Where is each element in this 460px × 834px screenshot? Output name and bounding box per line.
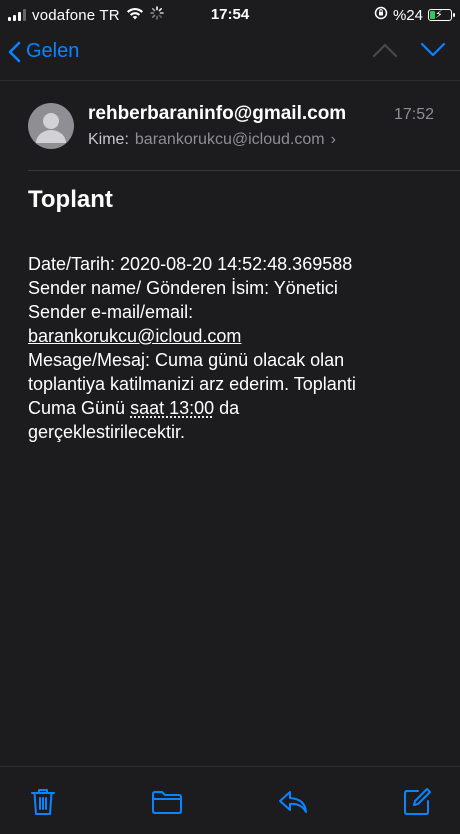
body-date-line: Date/Tarih: 2020-08-20 14:52:48.369588 — [28, 254, 353, 274]
battery-percent: %24 — [392, 6, 423, 24]
next-message-button[interactable] — [420, 42, 446, 63]
compose-icon — [404, 788, 431, 815]
nav-bar: Gelen — [0, 30, 460, 81]
delete-button[interactable] — [26, 785, 60, 819]
back-label: Gelen — [26, 40, 80, 62]
trash-icon — [31, 789, 55, 815]
recipient-address: barankorukcu@icloud.com — [134, 131, 325, 148]
chevron-down-icon — [420, 42, 446, 57]
folder-icon — [152, 791, 182, 814]
previous-message-button[interactable] — [372, 42, 398, 63]
status-right: %24 ⚡ — [374, 6, 455, 24]
message-navigation — [372, 42, 446, 63]
orientation-lock-icon — [374, 6, 388, 24]
body-message-line-3-end: da — [214, 398, 240, 418]
message-header: rehberbaraninfo@gmail.com 17:52 Kime: bar… — [0, 81, 460, 171]
body-message-line-2: toplantiya katilmanizi arz ederim. Topla… — [28, 374, 356, 394]
date-time-link[interactable]: saat 13:00 — [130, 398, 214, 418]
chevron-right-icon: › — [330, 131, 336, 148]
header-divider — [28, 170, 460, 171]
move-to-folder-button[interactable] — [150, 785, 184, 819]
chevron-up-icon — [372, 43, 398, 58]
back-button[interactable]: Gelen — [8, 40, 79, 63]
sender-email-link[interactable]: barankorukcu@icloud.com — [28, 326, 241, 346]
chevron-left-icon — [8, 41, 21, 62]
body-message-line-1: Mesage/Mesaj: Cuma günü olacak olan — [28, 350, 345, 370]
to-label: Kime: — [88, 131, 129, 148]
compose-button[interactable] — [400, 785, 434, 819]
bottom-toolbar — [0, 766, 460, 834]
recipient-line[interactable]: Kime: barankorukcu@icloud.com › — [88, 131, 336, 149]
avatar[interactable] — [28, 103, 74, 149]
battery-icon: ⚡ — [428, 9, 455, 21]
charging-bolt-icon: ⚡ — [435, 9, 443, 21]
message-subject: Toplant — [28, 186, 113, 213]
sender-address[interactable]: rehberbaraninfo@gmail.com — [88, 103, 346, 125]
message-time: 17:52 — [393, 106, 434, 123]
body-sender-email-label: Sender e-mail/email: — [28, 302, 194, 322]
message-body: Date/Tarih: 2020-08-20 14:52:48.369588 S… — [28, 252, 438, 444]
body-message-line-4: gerçeklestirilecektir. — [28, 422, 186, 442]
reply-button[interactable] — [276, 785, 310, 819]
status-bar: vodafone TR 17:54 %24 ⚡ — [0, 0, 460, 30]
person-icon — [36, 113, 66, 143]
reply-icon — [279, 791, 307, 813]
body-message-line-3-start: Cuma Günü — [28, 398, 131, 418]
body-sender-name-line: Sender name/ Gönderen İsim: Yönetici — [28, 278, 338, 298]
